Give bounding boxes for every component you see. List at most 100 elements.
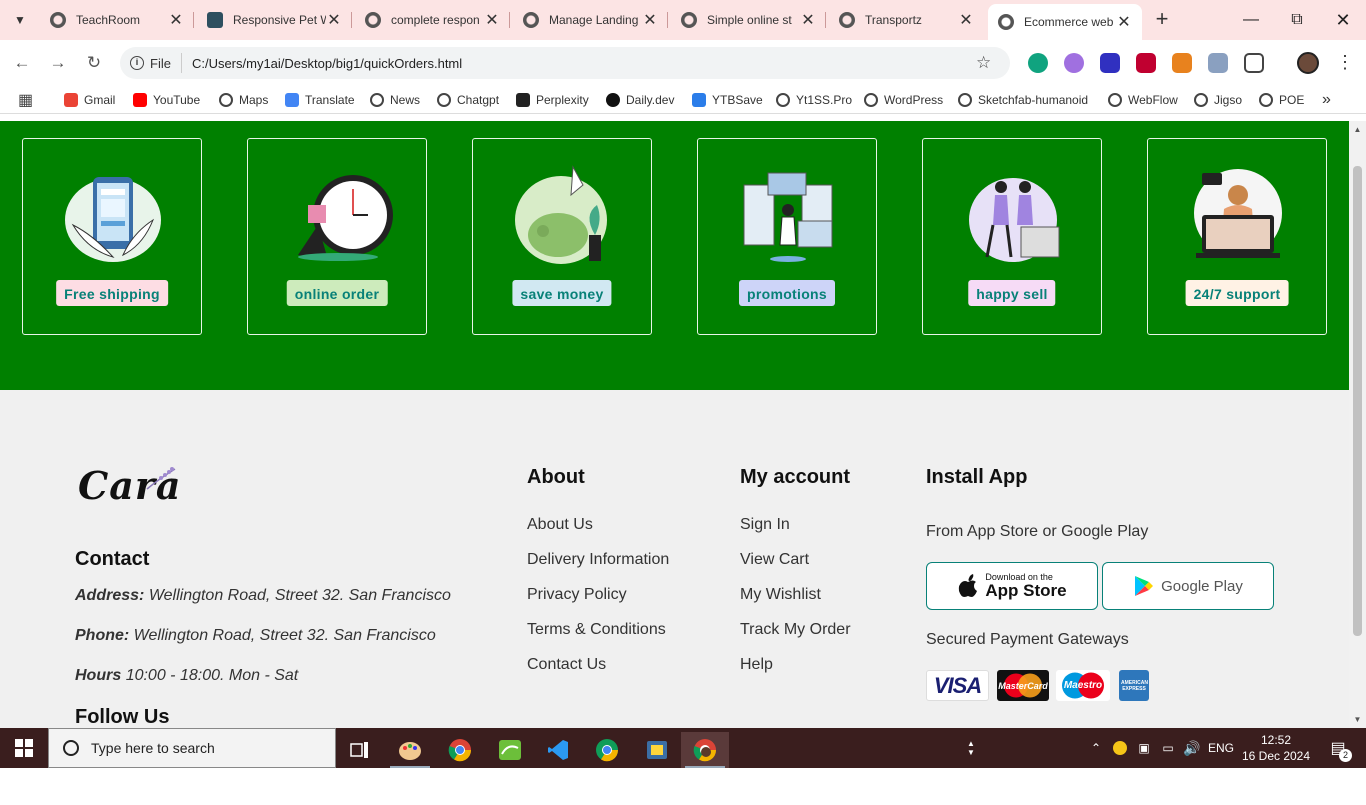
feature-label: save money xyxy=(512,280,612,306)
app-store-button[interactable]: Download on the App Store xyxy=(926,562,1098,610)
chrome-app-icon[interactable] xyxy=(436,732,484,768)
metamask-extension-icon[interactable] xyxy=(1172,53,1192,73)
bookmark-news[interactable]: News xyxy=(370,90,420,110)
bookmark-gmail[interactable]: Gmail xyxy=(64,90,115,110)
tab-simple-online-store[interactable]: Simple online st ✕ xyxy=(671,4,826,36)
new-tab-plus-icon[interactable]: + xyxy=(1150,8,1174,32)
vertical-scrollbar[interactable]: ▲ ▼ xyxy=(1349,121,1366,728)
green-app-icon[interactable] xyxy=(486,732,534,768)
bookmark-label: Translate xyxy=(305,93,355,107)
phone-value: Wellington Road, Street 32. San Francisc… xyxy=(133,627,436,644)
track-order-link[interactable]: Track My Order xyxy=(740,621,851,639)
google-play-button[interactable]: Google Play xyxy=(1102,562,1274,610)
bookmark-dailydev[interactable]: Daily.dev xyxy=(606,90,674,110)
chatgpt-extension-icon[interactable] xyxy=(1028,53,1048,73)
minimize-icon[interactable]: — xyxy=(1239,8,1263,32)
bookmark-perplexity[interactable]: Perplexity xyxy=(516,90,589,110)
happy-sell-illustration xyxy=(969,178,1060,262)
tab-transportz[interactable]: Transportz ✕ xyxy=(829,4,984,36)
tab-complete-responsive[interactable]: complete respon ✕ xyxy=(355,4,510,36)
visa-text: VISA xyxy=(933,672,982,698)
about-us-link[interactable]: About Us xyxy=(527,516,593,534)
sign-in-link[interactable]: Sign In xyxy=(740,516,790,534)
close-icon[interactable]: ✕ xyxy=(1116,12,1132,32)
bookmark-yt1sspro[interactable]: Yt1SS.Pro xyxy=(776,90,852,110)
close-icon[interactable]: ✕ xyxy=(484,10,500,30)
close-window-icon[interactable]: ✕ xyxy=(1331,8,1355,32)
norton-tray-icon[interactable] xyxy=(1110,728,1130,768)
bookmark-sketchfab[interactable]: Sketchfab-humanoid xyxy=(958,90,1088,110)
apps-grid-icon[interactable]: ▦ xyxy=(18,90,33,110)
search-placeholder: Type here to search xyxy=(91,740,215,756)
task-view-icon[interactable] xyxy=(336,732,384,768)
shield-extension-icon[interactable] xyxy=(1136,53,1156,73)
waveform-extension-icon[interactable] xyxy=(1100,53,1120,73)
paint-app-icon[interactable] xyxy=(386,732,434,768)
contact-us-link[interactable]: Contact Us xyxy=(527,656,606,674)
bookmark-translate[interactable]: Translate xyxy=(285,90,355,110)
bookmark-ytbsave[interactable]: YTBSave xyxy=(692,90,763,110)
address-bar[interactable]: i File C:/Users/my1ai/Desktop/big1/quick… xyxy=(120,47,1010,79)
privacy-policy-link[interactable]: Privacy Policy xyxy=(527,586,627,604)
bookmark-star-icon[interactable]: ☆ xyxy=(976,53,996,73)
globe-icon xyxy=(839,12,855,28)
view-cart-link[interactable]: View Cart xyxy=(740,551,809,569)
reload-icon[interactable]: ↻ xyxy=(82,51,106,75)
bookmark-jigso[interactable]: Jigso xyxy=(1194,90,1242,110)
taskbar-search-box[interactable]: Type here to search xyxy=(48,728,336,768)
menu-kebab-icon[interactable]: ⋮ xyxy=(1336,52,1354,74)
tab-divider xyxy=(825,12,826,28)
taskbar-scroll-arrows-icon[interactable]: ▲ ▼ xyxy=(962,728,980,768)
feature-label: Free shipping xyxy=(56,280,168,306)
screenshot-extension-icon[interactable] xyxy=(1208,53,1228,73)
scroll-down-arrow-icon[interactable]: ▼ xyxy=(1349,715,1366,724)
chrome-profile-app-icon[interactable] xyxy=(583,732,631,768)
tab-responsive-pet[interactable]: Responsive Pet W ✕ xyxy=(197,4,352,36)
meet-tray-icon[interactable]: ▣ xyxy=(1134,728,1154,768)
terms-conditions-link[interactable]: Terms & Conditions xyxy=(527,621,666,639)
chrome-active-app-icon[interactable] xyxy=(681,732,729,768)
scroll-up-arrow-icon[interactable]: ▲ xyxy=(1349,125,1366,134)
bookmark-maps[interactable]: Maps xyxy=(219,90,268,110)
battery-icon[interactable]: ▭ xyxy=(1158,728,1178,768)
url-text[interactable]: C:/Users/my1ai/Desktop/big1/quickOrders.… xyxy=(192,56,976,71)
python-app-icon[interactable] xyxy=(633,732,681,768)
close-icon[interactable]: ✕ xyxy=(168,10,184,30)
bookmark-youtube[interactable]: YouTube xyxy=(133,90,200,110)
bookmark-chatgpt[interactable]: Chatgpt xyxy=(437,90,499,110)
my-wishlist-link[interactable]: My Wishlist xyxy=(740,586,821,604)
bookmarks-overflow-chevron-icon[interactable]: » xyxy=(1322,90,1331,110)
close-icon[interactable]: ✕ xyxy=(642,10,658,30)
close-icon[interactable]: ✕ xyxy=(326,10,342,30)
windows-start-icon[interactable] xyxy=(0,728,48,768)
help-link[interactable]: Help xyxy=(740,656,773,674)
bookmark-webflow[interactable]: WebFlow xyxy=(1108,90,1178,110)
extensions-puzzle-icon[interactable] xyxy=(1244,53,1264,73)
bookmark-wordpress[interactable]: WordPress xyxy=(864,90,943,110)
tab-manage-landing[interactable]: Manage Landing ✕ xyxy=(513,4,668,36)
tab-search-chevron-icon[interactable]: ▼ xyxy=(8,8,32,32)
language-indicator[interactable]: ENG xyxy=(1206,728,1236,768)
clock-time: 12:52 xyxy=(1260,733,1292,747)
contact-address: Address: Wellington Road, Street 32. San… xyxy=(75,587,451,605)
scrollbar-thumb[interactable] xyxy=(1353,166,1362,636)
forward-arrow-icon[interactable]: → xyxy=(46,51,70,75)
tab-ecommerce-active[interactable]: Ecommerce web ✕ xyxy=(988,4,1142,40)
delivery-information-link[interactable]: Delivery Information xyxy=(527,551,669,569)
profile-avatar[interactable] xyxy=(1297,52,1319,74)
show-hidden-icons-chevron-icon[interactable]: ⌃ xyxy=(1086,728,1106,768)
close-icon[interactable]: ✕ xyxy=(958,10,974,30)
bookmark-label: Gmail xyxy=(84,93,116,107)
bookmark-poe[interactable]: POE xyxy=(1259,90,1304,110)
notifications-icon[interactable]: ▤ 2 xyxy=(1318,728,1358,768)
download-arrow-icon xyxy=(692,93,706,107)
clock[interactable]: 12:52 16 Dec 2024 xyxy=(1240,728,1312,768)
vscode-app-icon[interactable] xyxy=(534,732,582,768)
site-info-chip[interactable]: i File xyxy=(130,53,182,73)
tab-teachroom[interactable]: TeachRoom ✕ xyxy=(40,4,194,36)
restore-icon[interactable]: ⧉ xyxy=(1285,8,1309,32)
ai-extension-icon[interactable] xyxy=(1064,53,1084,73)
back-arrow-icon[interactable]: ← xyxy=(10,51,34,75)
close-icon[interactable]: ✕ xyxy=(800,10,816,30)
volume-icon[interactable]: 🔊 xyxy=(1182,728,1202,768)
